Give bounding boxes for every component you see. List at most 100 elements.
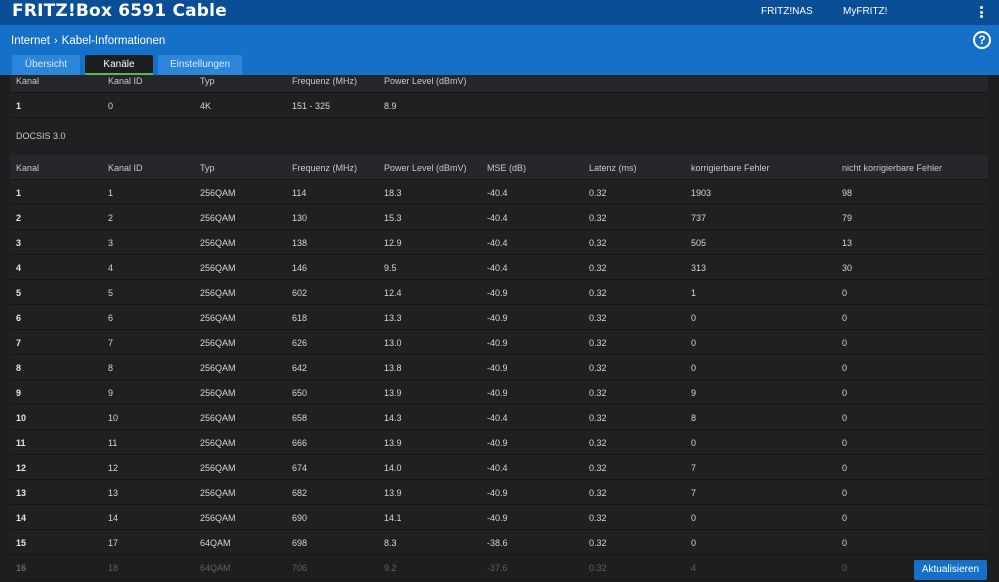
cell-korrigierbare-fehler: 9 bbox=[691, 388, 697, 398]
table-row: 9 9 256QAM 650 13.9 -40.9 0.32 9 0 bbox=[10, 380, 988, 405]
cell-kanal-id: 0 bbox=[108, 101, 114, 111]
breadcrumb-internet[interactable]: Internet bbox=[11, 35, 50, 47]
top-bar: FRITZ!Box 6591 Cable FRITZ!NAS MyFRITZ! bbox=[0, 0, 999, 25]
refresh-button[interactable]: Aktualisieren bbox=[914, 560, 987, 580]
cell-kanal-id: 18 bbox=[108, 563, 119, 573]
cell-latenz: 0.32 bbox=[589, 188, 607, 198]
cell-frequenz: 602 bbox=[292, 288, 308, 298]
cell-latenz: 0.32 bbox=[589, 463, 607, 473]
cell-typ: 256QAM bbox=[200, 513, 236, 523]
cell-mse: -40.4 bbox=[487, 188, 508, 198]
cell-latenz: 0.32 bbox=[589, 438, 607, 448]
cell-kanal-id: 5 bbox=[108, 288, 114, 298]
cell-mse: -40.9 bbox=[487, 513, 508, 523]
cell-kanal-id: 8 bbox=[108, 363, 114, 373]
column-header: korrigierbare Fehler bbox=[691, 163, 770, 173]
cell-typ: 64QAM bbox=[200, 563, 231, 573]
table-row: 7 7 256QAM 626 13.0 -40.9 0.32 0 0 bbox=[10, 330, 988, 355]
cell-kanal-id: 17 bbox=[108, 538, 119, 548]
cell-typ: 256QAM bbox=[200, 313, 236, 323]
cell-typ: 256QAM bbox=[200, 213, 236, 223]
cell-typ: 256QAM bbox=[200, 413, 236, 423]
cell-kanal-id: 10 bbox=[108, 413, 119, 423]
fritz-nas-link[interactable]: FRITZ!NAS bbox=[761, 6, 813, 17]
cell-korrigierbare-fehler: 1903 bbox=[691, 188, 712, 198]
column-header: Typ bbox=[200, 163, 215, 173]
cell-power-level: 13.9 bbox=[384, 388, 402, 398]
cell-kanal-id: 14 bbox=[108, 513, 119, 523]
cell-typ: 4K bbox=[200, 101, 212, 111]
cell-mse: -40.4 bbox=[487, 213, 508, 223]
column-header: nicht korrigierbare Fehler bbox=[842, 163, 943, 173]
column-header: Kanal bbox=[16, 76, 40, 86]
help-icon[interactable]: ? bbox=[973, 31, 991, 49]
cell-korrigierbare-fehler: 0 bbox=[691, 363, 697, 373]
cell-frequenz: 618 bbox=[292, 313, 308, 323]
cell-mse: -40.4 bbox=[487, 413, 508, 423]
column-header: Frequenz (MHz) bbox=[292, 76, 358, 86]
cell-latenz: 0.32 bbox=[589, 563, 607, 573]
cell-power-level: 8.9 bbox=[384, 101, 397, 111]
cell-kanal: 4 bbox=[16, 263, 22, 273]
cell-kanal-id: 7 bbox=[108, 338, 114, 348]
tab-kanaele[interactable]: Kanäle bbox=[85, 55, 153, 75]
cell-korrigierbare-fehler: 1 bbox=[691, 288, 697, 298]
cell-kanal-id: 1 bbox=[108, 188, 114, 198]
table-row: 1 0 4K 151 - 325 8.9 bbox=[10, 93, 988, 118]
cell-typ: 256QAM bbox=[200, 338, 236, 348]
cell-latenz: 0.32 bbox=[589, 413, 607, 423]
cell-kanal: 6 bbox=[16, 313, 22, 323]
cell-power-level: 14.1 bbox=[384, 513, 402, 523]
cell-korrigierbare-fehler: 0 bbox=[691, 538, 697, 548]
cell-kanal: 8 bbox=[16, 363, 22, 373]
cell-frequenz: 151 - 325 bbox=[292, 101, 331, 111]
cell-korrigierbare-fehler: 7 bbox=[691, 488, 697, 498]
tab-bar: Übersicht Kanäle Einstellungen bbox=[12, 55, 242, 75]
cell-frequenz: 698 bbox=[292, 538, 308, 548]
cell-frequenz: 138 bbox=[292, 238, 308, 248]
cell-kanal-id: 3 bbox=[108, 238, 114, 248]
cell-nicht-korrigierbare-fehler: 0 bbox=[842, 538, 848, 548]
table-row: 15 17 64QAM 698 8.3 -38.6 0.32 0 0 bbox=[10, 530, 988, 555]
cell-typ: 256QAM bbox=[200, 238, 236, 248]
cell-kanal: 16 bbox=[16, 563, 27, 573]
myfritz-link[interactable]: MyFRITZ! bbox=[843, 6, 887, 17]
column-header: Typ bbox=[200, 76, 215, 86]
navigation-bar: Internet › Kabel-Informationen ? Übersic… bbox=[0, 25, 999, 75]
table-row: 11 11 256QAM 666 13.9 -40.9 0.32 0 0 bbox=[10, 430, 988, 455]
breadcrumb: Internet › Kabel-Informationen bbox=[11, 35, 165, 47]
column-header: Frequenz (MHz) bbox=[292, 163, 358, 173]
cell-kanal: 12 bbox=[16, 463, 27, 473]
table-row: 6 6 256QAM 618 13.3 -40.9 0.32 0 0 bbox=[10, 305, 988, 330]
cell-korrigierbare-fehler: 0 bbox=[691, 438, 697, 448]
cell-power-level: 12.9 bbox=[384, 238, 402, 248]
cell-typ: 256QAM bbox=[200, 438, 236, 448]
cell-mse: -37.6 bbox=[487, 563, 508, 573]
cell-kanal: 7 bbox=[16, 338, 22, 348]
scrollbar[interactable] bbox=[991, 75, 999, 582]
cell-power-level: 13.0 bbox=[384, 338, 402, 348]
table-row: 12 12 256QAM 674 14.0 -40.4 0.32 7 0 bbox=[10, 455, 988, 480]
cell-korrigierbare-fehler: 0 bbox=[691, 338, 697, 348]
cell-power-level: 18.3 bbox=[384, 188, 402, 198]
upstream-table-header: Kanal Kanal ID Typ Frequenz (MHz) Power … bbox=[10, 75, 988, 93]
cell-mse: -40.4 bbox=[487, 238, 508, 248]
cell-typ: 256QAM bbox=[200, 388, 236, 398]
cell-power-level: 14.0 bbox=[384, 463, 402, 473]
cell-korrigierbare-fehler: 313 bbox=[691, 263, 707, 273]
cell-kanal: 1 bbox=[16, 188, 22, 198]
tab-einstellungen[interactable]: Einstellungen bbox=[158, 55, 242, 75]
cell-nicht-korrigierbare-fehler: 0 bbox=[842, 363, 848, 373]
cell-typ: 64QAM bbox=[200, 538, 231, 548]
table-row: 3 3 256QAM 138 12.9 -40.4 0.32 505 13 bbox=[10, 230, 988, 255]
cell-nicht-korrigierbare-fehler: 13 bbox=[842, 238, 853, 248]
cell-power-level: 13.9 bbox=[384, 488, 402, 498]
cell-mse: -40.9 bbox=[487, 438, 508, 448]
more-menu-icon[interactable] bbox=[980, 6, 984, 20]
cell-nicht-korrigierbare-fehler: 0 bbox=[842, 563, 848, 573]
cell-frequenz: 658 bbox=[292, 413, 308, 423]
cell-frequenz: 682 bbox=[292, 488, 308, 498]
tab-uebersicht[interactable]: Übersicht bbox=[12, 55, 80, 75]
cell-nicht-korrigierbare-fehler: 0 bbox=[842, 488, 848, 498]
table-row: 4 4 256QAM 146 9.5 -40.4 0.32 313 30 bbox=[10, 255, 988, 280]
